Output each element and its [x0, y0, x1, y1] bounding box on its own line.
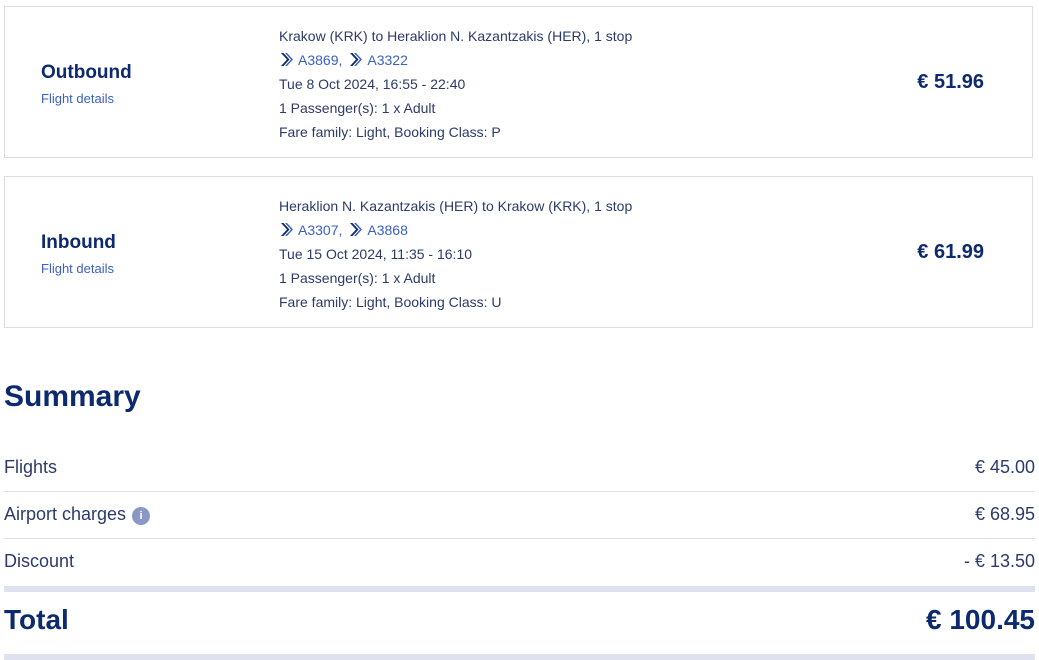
summary-row-value: - € 13.50 — [963, 551, 1035, 571]
aegean-arrow-icon — [279, 222, 294, 237]
inbound-flight-details-link[interactable]: Flight details — [41, 261, 114, 276]
outbound-flight-number-2[interactable]: A3322 — [367, 52, 407, 68]
summary-row-label: Airport charges — [4, 504, 127, 524]
inbound-fare: Fare family: Light, Booking Class: U — [279, 294, 502, 310]
summary-row-value: € 68.95 — [974, 504, 1035, 524]
flight-separator: , — [338, 52, 343, 68]
total-label: Total — [4, 604, 69, 635]
outbound-flight-card: Outbound Flight details Krakow (KRK) to … — [4, 6, 1033, 158]
outbound-route: Krakow (KRK) to Heraklion N. Kazantzakis… — [279, 28, 633, 44]
inbound-datetime: Tue 15 Oct 2024, 11:35 - 16:10 — [279, 246, 473, 262]
outbound-price: € 51.96 — [917, 71, 984, 93]
outbound-title: Outbound — [41, 62, 132, 83]
inbound-passengers: 1 Passenger(s): 1 x Adult — [279, 270, 436, 286]
inbound-details: Heraklion N. Kazantzakis (HER) to Krakow… — [279, 196, 632, 316]
aegean-arrow-icon — [279, 52, 294, 67]
outbound-datetime: Tue 8 Oct 2024, 16:55 - 22:40 — [279, 76, 466, 92]
inbound-flight-number-2[interactable]: A3868 — [367, 222, 407, 238]
total-value: € 100.45 — [926, 604, 1035, 635]
flight-separator: , — [338, 222, 343, 238]
summary-row-airport-charges: Airport charges i € 68.95 — [4, 492, 1035, 539]
aegean-arrow-icon — [348, 52, 363, 67]
outbound-flight-details-link[interactable]: Flight details — [41, 91, 114, 106]
inbound-flight-card: Inbound Flight details Heraklion N. Kaza… — [4, 176, 1033, 328]
summary-row-label: Flights — [4, 457, 58, 477]
summary-row-value: € 45.00 — [974, 457, 1035, 477]
summary-row-flights: Flights € 45.00 — [4, 445, 1035, 492]
summary-row-label-wrap: Airport charges i — [4, 504, 151, 525]
summary-row-discount: Discount - € 13.50 — [4, 539, 1035, 586]
info-icon[interactable]: i — [132, 507, 151, 525]
outbound-flight-number-1[interactable]: A3869 — [298, 52, 338, 68]
aegean-arrow-icon — [348, 222, 363, 237]
summary-row-label: Discount — [4, 551, 75, 571]
inbound-price: € 61.99 — [917, 241, 984, 263]
outbound-fare: Fare family: Light, Booking Class: P — [279, 124, 501, 140]
outbound-flight-numbers: A3869, A3322 — [279, 50, 632, 74]
outbound-passengers: 1 Passenger(s): 1 x Adult — [279, 100, 436, 116]
summary-title: Summary — [4, 380, 141, 413]
total-divider-bottom — [4, 654, 1035, 660]
inbound-title: Inbound — [41, 232, 116, 253]
inbound-flight-numbers: A3307, A3868 — [279, 220, 632, 244]
total-divider-top — [4, 586, 1035, 592]
outbound-details: Krakow (KRK) to Heraklion N. Kazantzakis… — [279, 26, 632, 146]
inbound-route: Heraklion N. Kazantzakis (HER) to Krakow… — [279, 198, 633, 214]
inbound-flight-number-1[interactable]: A3307 — [298, 222, 338, 238]
